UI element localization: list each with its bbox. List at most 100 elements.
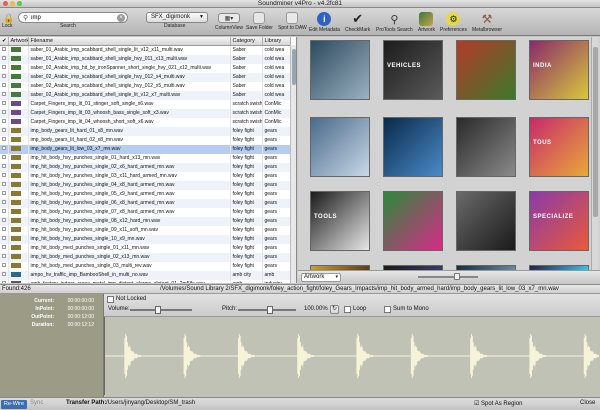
- row-checkbox[interactable]: [2, 245, 6, 249]
- artwork-tile[interactable]: [456, 40, 516, 100]
- row-checkbox[interactable]: [2, 47, 6, 51]
- transfer-path-value[interactable]: /Users/jinyang/Desktop/SM_trash: [106, 400, 195, 406]
- protools-search-button[interactable]: ⚲ ProTools Search: [376, 8, 413, 36]
- column-header-category[interactable]: Category: [230, 37, 263, 46]
- table-row[interactable]: imp_hit_body_hvy_punches_single_03_x11_h…: [0, 171, 291, 181]
- row-checkbox[interactable]: [2, 65, 6, 69]
- table-row[interactable]: saber_01_Arabic_imp_scabbard_shell_singl…: [0, 45, 291, 55]
- row-checkbox[interactable]: [2, 182, 6, 186]
- file-list-scrollbar[interactable]: [290, 45, 296, 283]
- waveform-display[interactable]: [104, 317, 600, 395]
- search-input[interactable]: [31, 14, 112, 21]
- table-row[interactable]: imp_body_gears_lit_hard_02_x8_mn.wav fole…: [0, 135, 291, 145]
- table-row[interactable]: imp_hit_body_hvy_punches_single_05_x9_ha…: [0, 189, 291, 199]
- table-row[interactable]: imp_hit_body_med_punches_single_01_x11_m…: [0, 243, 291, 253]
- save-folder-button[interactable]: Save Folder: [246, 8, 273, 36]
- sum-to-mono-checkbox[interactable]: [384, 306, 391, 313]
- row-checkbox[interactable]: [2, 200, 6, 204]
- table-row[interactable]: Carpet_Fingers_imp_lit_04_whoosh_short_s…: [0, 117, 291, 127]
- row-checkbox[interactable]: [2, 263, 6, 267]
- lock-checkbox[interactable]: [107, 296, 114, 303]
- table-row[interactable]: saber_01_Arabic_imp_scabbard_shell_singl…: [0, 54, 291, 64]
- scrollbar-thumb[interactable]: [292, 49, 296, 85]
- row-checkbox[interactable]: [2, 83, 6, 87]
- columnview-button[interactable]: ▦▾ ColumnView: [215, 8, 243, 36]
- row-checkbox[interactable]: [2, 155, 6, 159]
- row-checkbox[interactable]: [2, 146, 6, 150]
- table-row[interactable]: imp_hit_body_med_punches_single_03_multi…: [0, 261, 291, 271]
- table-row[interactable]: saber_02_Arabic_imp_hit_by_ironSpanner_s…: [0, 63, 291, 73]
- row-checkbox[interactable]: [2, 101, 6, 105]
- table-row[interactable]: Carpet_Fingers_imp_lit_03_whoosh_bass_si…: [0, 108, 291, 118]
- row-checkbox[interactable]: [2, 164, 6, 168]
- table-row[interactable]: amb_factory_indoor_crane_metal_imp_dista…: [0, 279, 291, 283]
- table-row[interactable]: imp_hit_body_hvy_punches_single_09_x11_s…: [0, 225, 291, 235]
- sync-toggle[interactable]: Sync: [30, 400, 43, 406]
- row-checkbox[interactable]: [2, 56, 6, 60]
- row-checkbox[interactable]: [2, 227, 6, 231]
- loop-checkbox[interactable]: [344, 306, 351, 313]
- close-button[interactable]: Close: [580, 400, 595, 406]
- row-checkbox[interactable]: [2, 272, 6, 276]
- row-checkbox[interactable]: [2, 128, 6, 132]
- pitch-reset-button[interactable]: ↻: [330, 305, 339, 314]
- table-row[interactable]: saber_02_Arabic_imp_scabbard_shell_singl…: [0, 72, 291, 82]
- table-row[interactable]: imp_hit_body_hvy_punches_single_02_x6_ha…: [0, 162, 291, 172]
- column-header-filename[interactable]: Filename: [28, 37, 231, 46]
- artwork-tile[interactable]: SPECIALIZE: [529, 191, 589, 251]
- rewire-button[interactable]: Re-Wire: [1, 400, 27, 409]
- table-row[interactable]: imp_hit_body_hvy_punches_single_08_x12_h…: [0, 216, 291, 226]
- preferences-button[interactable]: ⚙ Preferences: [440, 8, 467, 36]
- table-row[interactable]: saber_02_Arabic_imp_scabbard_shell_singl…: [0, 81, 291, 91]
- artwork-size-slider[interactable]: [418, 273, 478, 280]
- table-row[interactable]: imp_hit_body_hvy_punches_single_01_hard_…: [0, 153, 291, 163]
- scrollbar-thumb[interactable]: [593, 47, 598, 217]
- volume-slider[interactable]: [130, 306, 192, 314]
- volume-slider-knob[interactable]: [155, 306, 162, 314]
- metalbrowser-button[interactable]: ⚒ Metalbrowser: [472, 8, 502, 36]
- artwork-tile[interactable]: [310, 40, 370, 100]
- artwork-scrollbar[interactable]: [591, 37, 598, 270]
- table-row[interactable]: imp_hit_body_hvy_punches_single_04_x8_ha…: [0, 180, 291, 190]
- spot-as-region-checkbox[interactable]: ☑ Spot As Region: [474, 400, 522, 407]
- artwork-tile[interactable]: [310, 117, 370, 177]
- table-row[interactable]: imp_hit_body_hvy_punches_single_10_x9_mn…: [0, 234, 291, 244]
- spot-to-daw-button[interactable]: Spot to DAW: [278, 8, 307, 36]
- table-row[interactable]: Carpet_Fingers_imp_lit_01_stinger_soft_s…: [0, 99, 291, 109]
- row-checkbox[interactable]: [2, 254, 6, 258]
- table-row[interactable]: imp_hit_body_hvy_punches_single_06_x8_ha…: [0, 198, 291, 208]
- table-row[interactable]: saber_02_Arabic_imp_scabbard_shell_singl…: [0, 90, 291, 100]
- row-checkbox[interactable]: [2, 92, 6, 96]
- row-checkbox[interactable]: [2, 110, 6, 114]
- column-header-library[interactable]: Library: [262, 37, 291, 46]
- clear-search-icon[interactable]: ×: [117, 14, 125, 22]
- artwork-view-select[interactable]: Artwork ▾: [301, 273, 341, 282]
- row-checkbox[interactable]: [2, 74, 6, 78]
- pitch-slider[interactable]: [238, 306, 296, 314]
- artwork-tile[interactable]: TOOLS: [310, 191, 370, 251]
- row-checkbox[interactable]: [2, 281, 6, 283]
- column-header-check[interactable]: ✔: [0, 37, 9, 46]
- row-checkbox[interactable]: [2, 173, 6, 177]
- table-row[interactable]: imp_hit_body_hvy_punches_single_07_x8_ha…: [0, 207, 291, 217]
- artwork-tile[interactable]: [456, 117, 516, 177]
- row-checkbox[interactable]: [2, 236, 6, 240]
- artwork-tile[interactable]: TOUS: [529, 117, 589, 177]
- table-row[interactable]: ampo_hv_traffic_imp_BambooShell_in_multi…: [0, 270, 291, 280]
- artwork-button[interactable]: Artwork: [418, 8, 435, 36]
- artwork-tile[interactable]: INDIA: [529, 40, 589, 100]
- table-row[interactable]: imp_body_gears_lit_low_03_x7_mn.wav foley…: [0, 144, 291, 154]
- table-row[interactable]: imp_hit_body_med_punches_single_02_x13_m…: [0, 252, 291, 262]
- row-checkbox[interactable]: [2, 137, 6, 141]
- row-checkbox[interactable]: [2, 218, 6, 222]
- row-checkbox[interactable]: [2, 119, 6, 123]
- artwork-tile[interactable]: [383, 117, 443, 177]
- pitch-slider-knob[interactable]: [266, 306, 273, 314]
- edit-metadata-button[interactable]: i Edit Metadata: [309, 8, 340, 36]
- slider-knob[interactable]: [454, 273, 460, 280]
- row-checkbox[interactable]: [2, 191, 6, 195]
- table-row[interactable]: imp_body_gears_lit_hard_01_x8_mn.wav fole…: [0, 126, 291, 136]
- artwork-tile[interactable]: VEHICLES: [383, 40, 443, 100]
- column-header-artwork[interactable]: Artwork: [8, 37, 29, 46]
- row-checkbox[interactable]: [2, 209, 6, 213]
